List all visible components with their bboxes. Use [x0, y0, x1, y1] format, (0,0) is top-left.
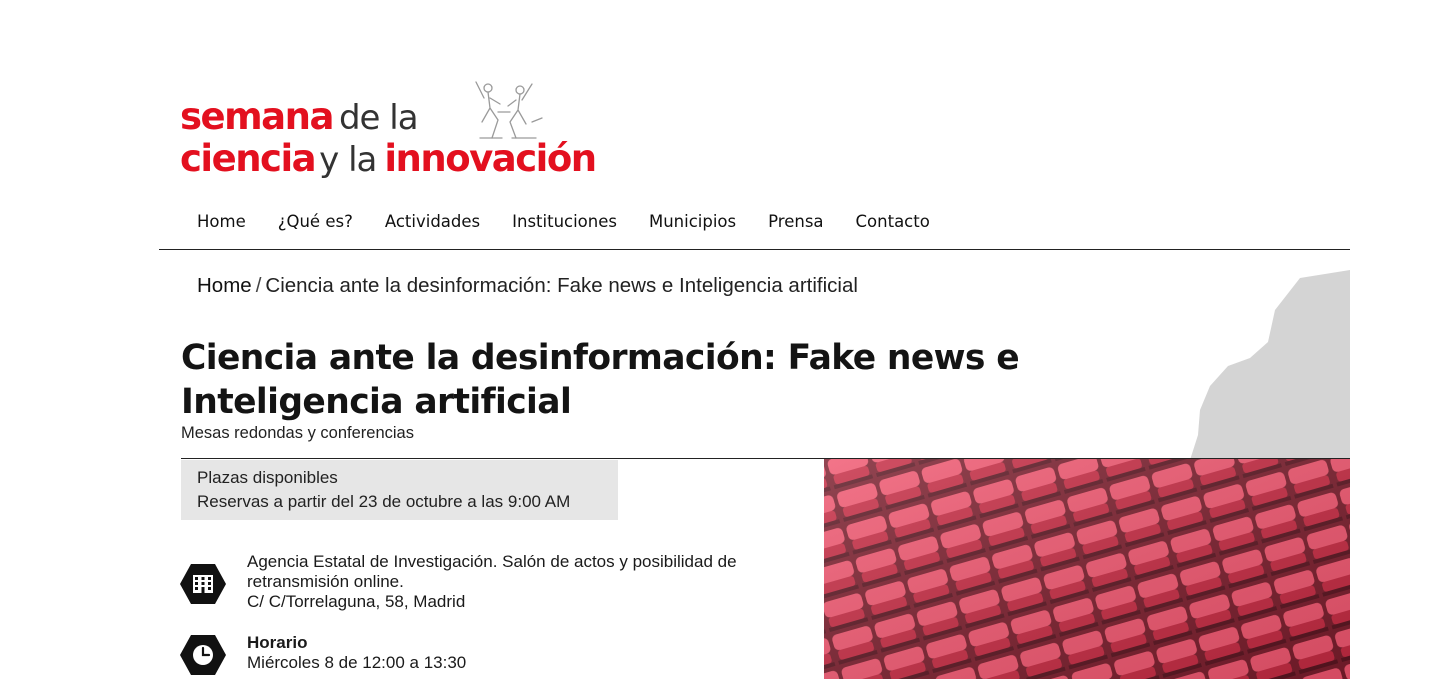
breadcrumb-home-link[interactable]: Home	[197, 274, 252, 297]
breadcrumb-current: Ciencia ante la desinformación: Fake new…	[265, 274, 858, 297]
location-name-line1: Agencia Estatal de Investigación. Salón …	[247, 552, 737, 571]
nav-que-es[interactable]: ¿Qué es?	[262, 208, 369, 236]
nav-prensa[interactable]: Prensa	[752, 208, 839, 236]
stadium-seats-image	[824, 459, 1350, 679]
logo-word-de-la: de la	[338, 98, 419, 138]
breadcrumb-separator: /	[255, 274, 262, 297]
building-icon	[180, 564, 226, 604]
location-address: C/ C/Torrelaguna, 58, Madrid	[247, 592, 466, 611]
logo-figures-icon	[475, 81, 543, 139]
site-logo[interactable]: semana de la ciencia y la innovación	[180, 78, 670, 190]
nav-instituciones[interactable]: Instituciones	[496, 208, 633, 236]
schedule-value: Miércoles 8 de 12:00 a 13:30	[247, 653, 467, 672]
page-title: Ciencia ante la desinformación: Fake new…	[181, 338, 1020, 422]
logo-word-semana: semana	[180, 95, 334, 138]
main-nav: Home ¿Qué es? Actividades Instituciones …	[181, 208, 946, 236]
event-image[interactable]	[824, 459, 1350, 679]
availability-box: Plazas disponibles Reservas a partir del…	[181, 460, 618, 520]
event-category: Mesas redondas y conferencias	[181, 424, 414, 442]
decorative-silhouette	[1190, 270, 1350, 460]
logo-word-y-la: y la	[319, 140, 377, 180]
schedule-label: Horario	[247, 633, 308, 652]
logo-word-ciencia: ciencia	[180, 137, 317, 180]
breadcrumb: Home / Ciencia ante la desinformación: Fak…	[197, 274, 858, 298]
nav-divider	[159, 249, 1350, 250]
availability-status: Plazas disponibles	[197, 468, 338, 487]
nav-municipios[interactable]: Municipios	[633, 208, 752, 236]
nav-home[interactable]: Home	[181, 208, 262, 236]
schedule-info: Horario Miércoles 8 de 12:00 a 13:30	[247, 633, 466, 673]
nav-actividades[interactable]: Actividades	[369, 208, 496, 236]
nav-contacto[interactable]: Contacto	[840, 208, 946, 236]
clock-icon	[180, 635, 226, 675]
location-name-line2: retransmisión online.	[247, 572, 404, 591]
reservation-info: Reservas a partir del 23 de octubre a la…	[197, 492, 571, 511]
location-info: Agencia Estatal de Investigación. Salón …	[247, 552, 737, 612]
